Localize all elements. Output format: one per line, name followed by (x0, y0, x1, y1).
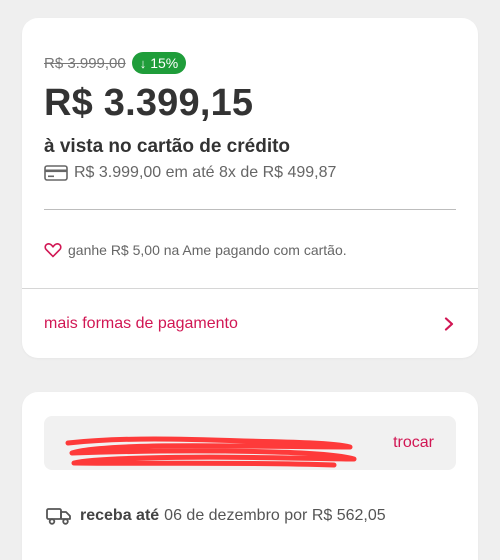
payment-condition: à vista no cartão de crédito (44, 136, 291, 157)
credit-card-icon (44, 165, 68, 181)
discount-value: 15% (150, 55, 179, 71)
discount-badge: ↓ 15% (131, 52, 187, 74)
old-price-row: R$ 3.999,00 ↓ 15% (44, 52, 187, 74)
delivery-estimate-row: receba até 06 de dezembro por R$ 562,05 (46, 507, 386, 525)
change-address-link[interactable]: trocar (393, 434, 434, 452)
redaction-scribble (65, 436, 357, 468)
chevron-right-icon (444, 316, 454, 331)
more-payment-options-label: mais formas de pagamento (44, 314, 238, 332)
more-payment-options-button[interactable]: mais formas de pagamento (22, 289, 478, 358)
truck-icon (46, 508, 71, 525)
delivery-card: trocar receba até 06 de dezembro por R$ … (22, 392, 478, 560)
cashback-text: ganhe R$ 5,00 na Ame pagando com cartão. (68, 242, 347, 258)
installments-row: R$ 3.999,00 em até 8x de R$ 499,87 (44, 164, 336, 182)
price-card: R$ 3.999,00 ↓ 15% R$ 3.399,15 à vista no… (22, 18, 478, 358)
delivery-detail: 06 de dezembro por R$ 562,05 (164, 507, 386, 524)
divider (44, 209, 456, 210)
cashback-row: ganhe R$ 5,00 na Ame pagando com cartão. (44, 242, 347, 258)
old-price: R$ 3.999,00 (44, 54, 126, 72)
down-arrow-icon: ↓ (139, 55, 147, 71)
current-price: R$ 3.399,15 (44, 82, 254, 124)
address-box: trocar (44, 416, 456, 470)
heart-icon (44, 243, 62, 258)
installments-text: R$ 3.999,00 em até 8x de R$ 499,87 (74, 164, 337, 181)
delivery-label: receba até (80, 507, 160, 524)
